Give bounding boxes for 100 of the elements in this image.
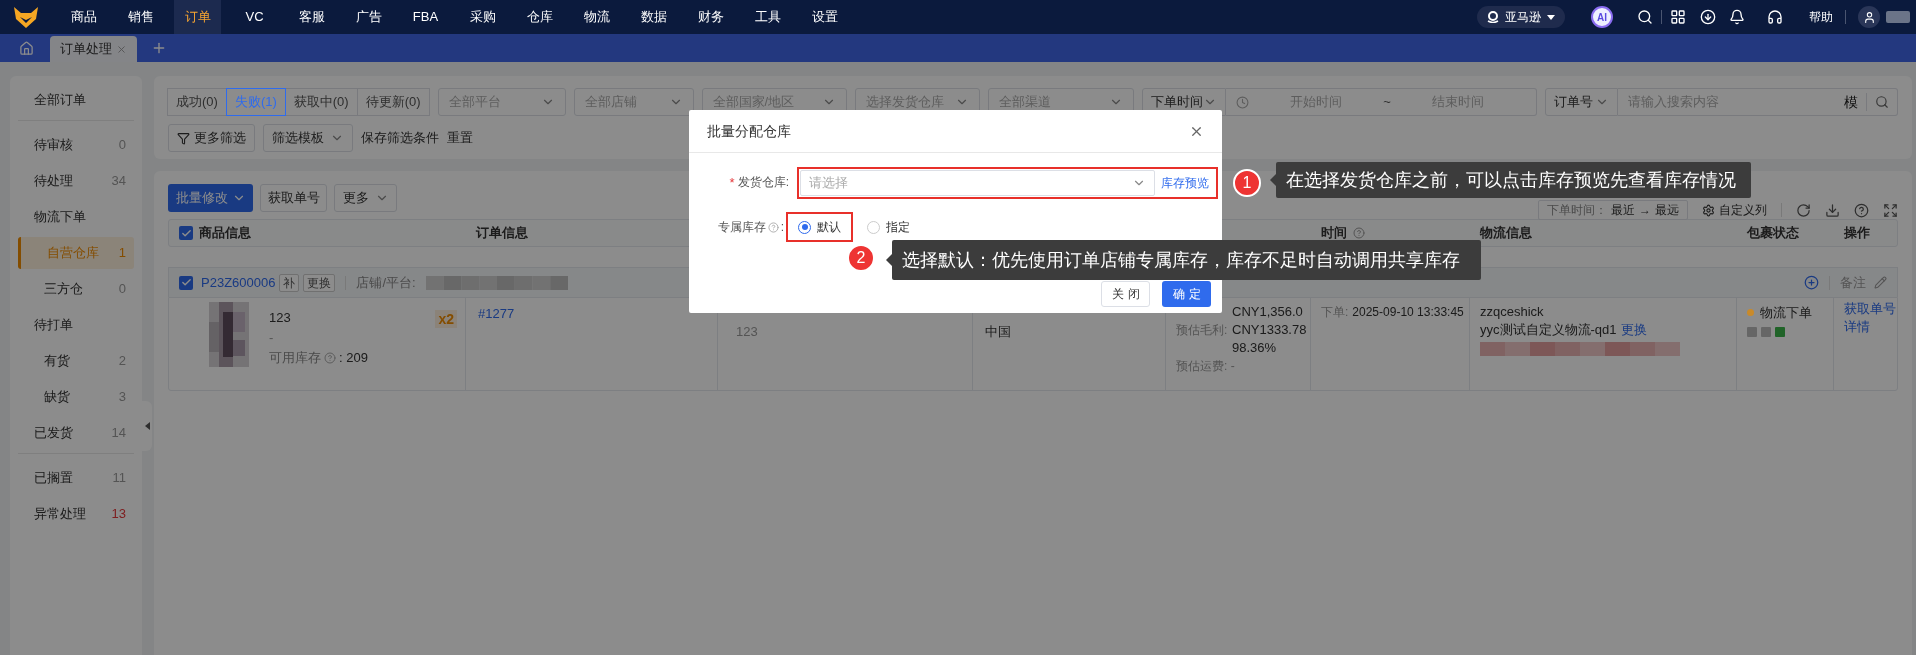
- cell-text: 中国: [985, 323, 1012, 341]
- custom-columns-button[interactable]: 自定义列: [1702, 201, 1767, 219]
- filter-icon: [177, 131, 190, 145]
- field-label: 发货仓库:: [737, 174, 789, 192]
- nav-menu-item[interactable]: 订单: [174, 0, 221, 34]
- radio-option[interactable]: 指定: [867, 218, 910, 236]
- edit-icon[interactable]: [1874, 276, 1887, 289]
- sidebar-item[interactable]: 全部订单: [18, 84, 134, 116]
- nav-menu-item[interactable]: 销售: [117, 0, 164, 34]
- sidebar-item[interactable]: 已搁置 11: [18, 462, 134, 494]
- change-link[interactable]: 更换: [1620, 321, 1647, 339]
- marketplace-selector[interactable]: 亚马逊: [1477, 6, 1565, 28]
- more-button[interactable]: 更多: [334, 184, 397, 212]
- sidebar-item[interactable]: 待处理 34: [18, 165, 134, 197]
- stock-value: : 209: [339, 349, 368, 367]
- checkbox[interactable]: [179, 275, 193, 290]
- add-tab-icon[interactable]: [151, 40, 167, 56]
- help-link[interactable]: 帮助: [1809, 8, 1833, 26]
- document-icon[interactable]: [1747, 326, 1757, 337]
- nav-menu-item[interactable]: VC: [231, 0, 278, 34]
- logistics-account: zzqceshick: [1480, 303, 1545, 321]
- help-icon[interactable]: [1854, 202, 1869, 218]
- dialog-title: 批量分配仓库: [707, 121, 791, 141]
- caret-icon: [144, 421, 150, 430]
- sidebar-item[interactable]: 物流下单: [18, 201, 134, 233]
- bell-icon[interactable]: [1729, 9, 1745, 25]
- batch-edit-button[interactable]: 批量修改: [168, 184, 253, 212]
- field-label: 专属库存: [717, 219, 766, 236]
- nav-menu-item[interactable]: 物流: [573, 0, 620, 34]
- nav-menu-item[interactable]: FBA: [402, 0, 449, 34]
- column-header: 物流信息: [1480, 224, 1532, 243]
- dialog-button[interactable]: 确定: [1162, 281, 1211, 307]
- status-filter-tab[interactable]: 获取中(0): [284, 88, 358, 116]
- action-link[interactable]: 详情: [1844, 318, 1899, 336]
- mode-toggle[interactable]: 模: [1836, 91, 1866, 113]
- ai-button[interactable]: AI: [1591, 6, 1613, 28]
- filter-template-select[interactable]: 筛选模板: [263, 124, 353, 152]
- search-icon[interactable]: [1637, 9, 1653, 25]
- action-link[interactable]: 获取单号: [1844, 300, 1899, 318]
- nav-menu-item[interactable]: 商品: [60, 0, 107, 34]
- nav-menu-item[interactable]: 工具: [744, 0, 791, 34]
- fullscreen-icon[interactable]: [1883, 202, 1898, 218]
- more-filters-button[interactable]: 更多筛选: [168, 124, 255, 152]
- logo-icon: [1487, 11, 1499, 23]
- nav-menu-item[interactable]: 设置: [801, 0, 848, 34]
- sidebar-item[interactable]: 缺货 3: [18, 381, 134, 413]
- nav-menu-item[interactable]: 仓库: [516, 0, 563, 34]
- tag[interactable]: 更换: [303, 273, 336, 292]
- nav-menu-item[interactable]: 财务: [687, 0, 734, 34]
- collapse-handle[interactable]: [142, 400, 152, 451]
- monitor-icon[interactable]: [1775, 326, 1785, 337]
- caret-icon: [1547, 14, 1555, 20]
- user-avatar[interactable]: [1858, 6, 1880, 28]
- document-icon[interactable]: [1761, 326, 1771, 337]
- download-icon[interactable]: [1700, 9, 1716, 25]
- sidebar-item[interactable]: 已发货 14: [18, 417, 134, 449]
- home-icon: [18, 40, 34, 56]
- search-type-select[interactable]: 订单号: [1544, 88, 1618, 116]
- cell-text: 123: [736, 323, 759, 341]
- dialog-button[interactable]: 关闭: [1101, 281, 1150, 307]
- help-icon[interactable]: [1353, 227, 1365, 239]
- status-label: 物流下单: [1760, 304, 1812, 322]
- get-number-button[interactable]: 获取单号: [260, 184, 327, 212]
- callout-text: 选择默认：优先使用订单店铺专属库存，库存不足时自动调用共享库存: [902, 248, 1460, 272]
- help-icon[interactable]: [767, 221, 779, 233]
- logistics-channel: yyc测试自定义物流-qd1: [1480, 321, 1617, 339]
- time-value: 2025-09-10 13:33:45: [1352, 304, 1464, 321]
- nav-menu-item[interactable]: 客服: [288, 0, 335, 34]
- refresh-icon[interactable]: [1796, 202, 1811, 218]
- order-link[interactable]: #1277: [478, 306, 515, 321]
- order-number-link[interactable]: P23Z600006: [201, 272, 276, 293]
- sidebar-item[interactable]: 待打单: [18, 309, 134, 341]
- nav-menu-item[interactable]: 数据: [630, 0, 677, 34]
- callout-text: 在选择发货仓库之前，可以点击库存预览先查看库存情况: [1286, 168, 1736, 192]
- amount-value: CNY1,356.0: [1232, 303, 1303, 321]
- product-variant: -: [269, 329, 275, 347]
- nav-menu-item[interactable]: 采购: [459, 0, 506, 34]
- nav-menu-item[interactable]: 广告: [345, 0, 392, 34]
- add-icon[interactable]: [1804, 275, 1819, 290]
- save-filters-link[interactable]: 保存筛选条件: [361, 128, 439, 148]
- sidebar-item[interactable]: 异常处理 13: [18, 498, 134, 530]
- column-header: 订单信息: [476, 224, 528, 243]
- sidebar-item[interactable]: 有货 2: [18, 345, 134, 377]
- status-filter-tab[interactable]: 待更新(0): [356, 88, 430, 116]
- column-header: 商品信息: [199, 224, 251, 243]
- stock-preview-link[interactable]: 库存预览: [1155, 174, 1215, 192]
- product-name: 123: [269, 309, 292, 327]
- store-label: 店铺/平台:: [356, 273, 416, 292]
- tag[interactable]: 补: [279, 273, 300, 292]
- user-icon: [1862, 10, 1876, 24]
- column-header: 操作: [1844, 224, 1870, 243]
- checkbox[interactable]: [179, 226, 193, 240]
- headset-icon[interactable]: [1767, 9, 1783, 25]
- quantity-badge: x2: [435, 310, 457, 328]
- redacted-bar: [1886, 11, 1910, 23]
- apps-grid-icon[interactable]: [1670, 9, 1686, 25]
- reset-link[interactable]: 重置: [447, 128, 473, 148]
- page-tab[interactable]: 订单处理: [50, 36, 137, 62]
- sort-toggle[interactable]: 下单时间： 最近 → 最远: [1538, 200, 1688, 220]
- status-filter-tab[interactable]: 成功(0): [167, 88, 227, 116]
